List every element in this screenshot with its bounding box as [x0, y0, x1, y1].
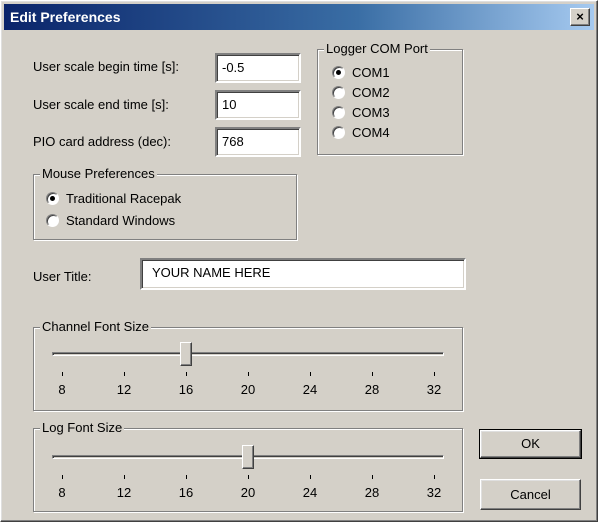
mouse-preferences-title: Mouse Preferences [40, 166, 157, 181]
radio-label: COM3 [352, 105, 390, 120]
radio-checked-icon [332, 66, 345, 79]
radio-unchecked-icon [332, 126, 345, 139]
tick-mark [186, 372, 187, 376]
logger-com-port-title: Logger COM Port [324, 41, 430, 56]
close-button[interactable]: × [570, 8, 590, 26]
radio-label: COM1 [352, 65, 390, 80]
tick-label: 32 [426, 382, 442, 397]
log-font-size-title: Log Font Size [40, 420, 125, 435]
tick-mark [248, 475, 249, 479]
tick-label: 32 [426, 485, 442, 500]
tick-label: 28 [364, 382, 380, 397]
channel-font-size-group: Channel Font Size 8 12 16 20 24 28 32 [33, 319, 463, 411]
cancel-button[interactable]: Cancel [480, 479, 581, 510]
radio-com2[interactable]: COM2 [332, 85, 390, 100]
tick-label: 20 [240, 382, 256, 397]
log-font-size-group: Log Font Size 8 12 16 20 24 28 32 [33, 420, 463, 512]
channel-font-slider-thumb[interactable] [180, 342, 192, 366]
channel-font-slider-track[interactable] [52, 352, 444, 356]
tick-mark [434, 372, 435, 376]
user-title-input[interactable]: YOUR NAME HERE [140, 258, 466, 290]
ok-button[interactable]: OK [479, 429, 582, 459]
channel-font-size-title: Channel Font Size [40, 319, 151, 334]
tick-mark [248, 372, 249, 376]
title-bar[interactable]: Edit Preferences × [4, 4, 594, 30]
tick-mark [372, 475, 373, 479]
tick-mark [62, 372, 63, 376]
tick-label: 28 [364, 485, 380, 500]
tick-mark [372, 372, 373, 376]
tick-mark [186, 475, 187, 479]
log-font-slider-thumb[interactable] [242, 445, 254, 469]
tick-label: 16 [178, 485, 194, 500]
tick-label: 24 [302, 382, 318, 397]
tick-label: 12 [116, 382, 132, 397]
radio-com1[interactable]: COM1 [332, 65, 390, 80]
radio-label: COM4 [352, 125, 390, 140]
tick-mark [124, 372, 125, 376]
pio-address-label: PIO card address (dec): [33, 134, 171, 149]
tick-mark [310, 372, 311, 376]
tick-label: 20 [240, 485, 256, 500]
radio-unchecked-icon [46, 214, 59, 227]
radio-label: Traditional Racepak [66, 191, 182, 206]
radio-unchecked-icon [332, 86, 345, 99]
logger-com-port-group: Logger COM Port COM1 COM2 COM3 COM4 [317, 41, 463, 155]
radio-checked-icon [46, 192, 59, 205]
tick-mark [62, 475, 63, 479]
radio-label: Standard Windows [66, 213, 176, 228]
radio-com3[interactable]: COM3 [332, 105, 390, 120]
mouse-preferences-group: Mouse Preferences Traditional Racepak St… [33, 166, 297, 240]
dialog-title: Edit Preferences [10, 9, 121, 25]
begin-time-input[interactable]: -0.5 [215, 53, 301, 83]
tick-label: 8 [58, 485, 66, 500]
tick-mark [310, 475, 311, 479]
tick-label: 16 [178, 382, 194, 397]
radio-standard-windows[interactable]: Standard Windows [46, 213, 175, 228]
pio-address-input[interactable]: 768 [215, 127, 301, 157]
radio-unchecked-icon [332, 106, 345, 119]
end-time-label: User scale end time [s]: [33, 97, 169, 112]
tick-label: 24 [302, 485, 318, 500]
begin-time-label: User scale begin time [s]: [33, 59, 179, 74]
tick-mark [124, 475, 125, 479]
radio-traditional-racepak[interactable]: Traditional Racepak [46, 191, 181, 206]
radio-label: COM2 [352, 85, 390, 100]
close-icon: × [576, 9, 584, 24]
tick-label: 12 [116, 485, 132, 500]
edit-preferences-dialog: Edit Preferences × User scale begin time… [0, 0, 598, 522]
user-title-label: User Title: [33, 269, 92, 284]
end-time-input[interactable]: 10 [215, 90, 301, 120]
radio-com4[interactable]: COM4 [332, 125, 390, 140]
tick-label: 8 [58, 382, 66, 397]
tick-mark [434, 475, 435, 479]
